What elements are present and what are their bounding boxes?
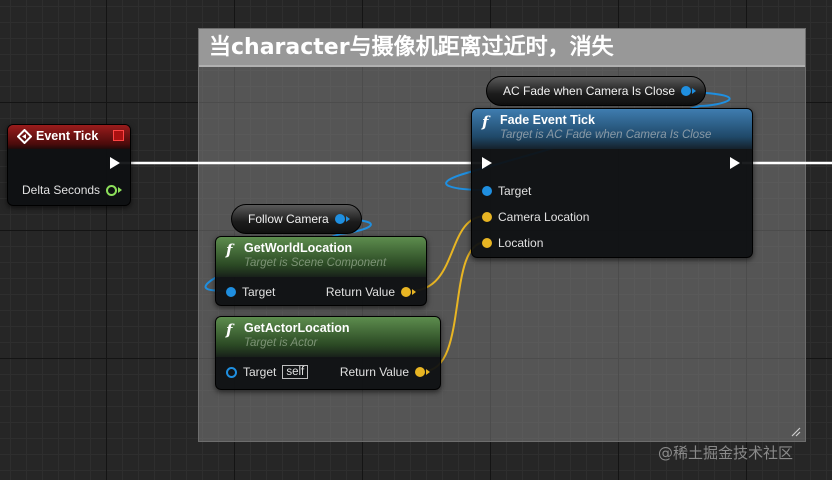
fade-camera-location-pin-row[interactable]: Camera Location xyxy=(482,210,589,224)
exec-in-pin-icon[interactable] xyxy=(482,157,492,169)
object-pin-icon[interactable] xyxy=(226,366,237,378)
fade-location-label: Location xyxy=(498,236,544,250)
object-pin-icon[interactable] xyxy=(482,186,492,196)
event-tick-header[interactable]: Event Tick xyxy=(8,125,130,149)
comment-title[interactable]: 当character与摄像机距离过近时，消失 xyxy=(199,29,805,67)
vector-pin-icon[interactable] xyxy=(482,212,492,222)
get-world-target-pin-row[interactable]: Target xyxy=(226,285,275,299)
get-actor-return-label: Return Value xyxy=(339,365,409,379)
follow-camera-variable-label: Follow Camera xyxy=(248,212,329,226)
object-pin-icon[interactable] xyxy=(334,214,345,224)
event-tick-title: Event Tick xyxy=(36,129,99,143)
pin-arrow-icon xyxy=(692,88,697,94)
follow-camera-variable-node[interactable]: Follow Camera xyxy=(231,204,362,234)
exec-out-pin-icon[interactable] xyxy=(730,157,740,169)
fade-location-pin-row[interactable]: Location xyxy=(482,236,543,250)
fade-target-pin-row[interactable]: Target xyxy=(482,184,531,198)
pin-arrow-icon xyxy=(426,369,430,375)
get-actor-location-header[interactable]: f GetActorLocation Target is Actor xyxy=(216,317,440,357)
get-actor-location-node[interactable]: f GetActorLocation Target is Actor Targe… xyxy=(215,316,441,390)
event-tick-exec-out[interactable] xyxy=(110,157,120,169)
fade-event-tick-header[interactable]: f Fade Event Tick Target is AC Fade when… xyxy=(472,109,752,149)
fade-exec-in[interactable] xyxy=(482,157,492,169)
resize-grip-icon[interactable] xyxy=(789,425,801,437)
get-world-return-pin-row[interactable]: Return Value xyxy=(326,285,416,299)
object-pin-icon[interactable] xyxy=(681,86,692,96)
get-world-location-header[interactable]: f GetWorldLocation Target is Scene Compo… xyxy=(216,237,426,277)
function-icon: f xyxy=(226,241,233,259)
ac-fade-variable-label: AC Fade when Camera Is Close xyxy=(503,84,676,98)
get-actor-target-label: Target xyxy=(243,365,277,379)
get-world-target-label: Target xyxy=(242,285,276,299)
delta-seconds-pin-row[interactable]: Delta Seconds xyxy=(22,183,123,197)
pin-arrow-icon xyxy=(412,289,416,295)
fade-event-tick-title: Fade Event Tick xyxy=(500,113,595,127)
get-world-location-subtitle: Target is Scene Component xyxy=(244,257,387,269)
get-actor-location-subtitle: Target is Actor xyxy=(244,337,318,349)
ac-fade-variable-node[interactable]: AC Fade when Camera Is Close xyxy=(486,76,706,106)
float-pin-icon[interactable] xyxy=(106,184,118,196)
function-icon: f xyxy=(482,113,489,131)
event-diamond-icon xyxy=(17,129,32,144)
fade-target-label: Target xyxy=(498,184,532,198)
delta-seconds-label: Delta Seconds xyxy=(22,183,101,197)
fade-event-tick-subtitle: Target is AC Fade when Camera Is Close xyxy=(500,129,712,141)
pin-arrow-icon xyxy=(345,216,350,222)
pin-arrow-icon xyxy=(118,187,123,193)
object-pin-icon[interactable] xyxy=(226,287,236,297)
self-default-value: self xyxy=(282,365,309,379)
delegate-pin-icon[interactable] xyxy=(113,130,124,141)
get-actor-target-pin-row[interactable]: Target self xyxy=(226,365,309,379)
watermark: @稀土掘金技术社区 xyxy=(658,444,794,462)
event-tick-node[interactable]: Event Tick Delta Seconds xyxy=(7,124,131,206)
vector-pin-icon[interactable] xyxy=(482,238,492,248)
get-world-location-title: GetWorldLocation xyxy=(244,241,353,255)
get-actor-return-pin-row[interactable]: Return Value xyxy=(340,365,430,379)
fade-event-tick-node[interactable]: f Fade Event Tick Target is AC Fade when… xyxy=(471,108,753,258)
fade-camera-location-label: Camera Location xyxy=(498,210,590,224)
get-world-location-node[interactable]: f GetWorldLocation Target is Scene Compo… xyxy=(215,236,427,306)
exec-out-pin-icon[interactable] xyxy=(110,157,120,169)
vector-pin-icon[interactable] xyxy=(415,367,425,377)
vector-pin-icon[interactable] xyxy=(401,287,411,297)
get-actor-location-title: GetActorLocation xyxy=(244,321,350,335)
function-icon: f xyxy=(226,321,233,339)
fade-exec-out[interactable] xyxy=(730,157,740,169)
get-world-return-label: Return Value xyxy=(325,285,395,299)
